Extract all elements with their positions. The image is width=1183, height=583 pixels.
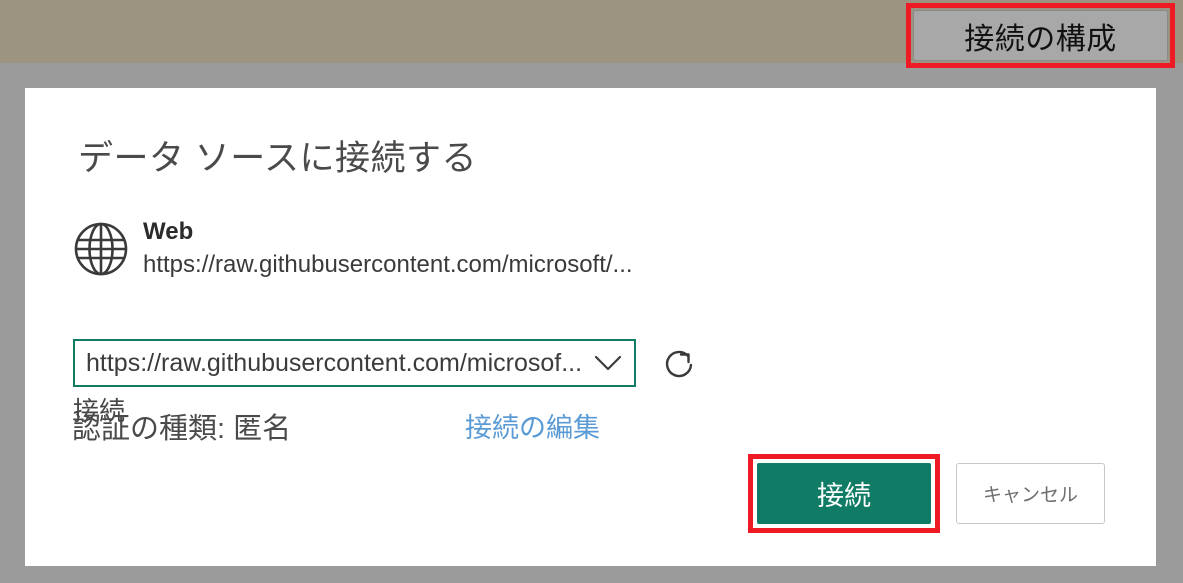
data-source-summary: Web https://raw.githubusercontent.com/mi… xyxy=(72,216,772,282)
refresh-icon[interactable] xyxy=(657,341,703,387)
data-source-text: Web https://raw.githubusercontent.com/mi… xyxy=(143,216,633,282)
chevron-down-icon[interactable] xyxy=(582,341,634,385)
cancel-button[interactable]: キャンセル xyxy=(956,463,1105,524)
configure-connection-label: 接続の構成 xyxy=(964,22,1117,56)
edit-connection-link[interactable]: 接続の編集 xyxy=(465,406,600,445)
dialog-title: データ ソースに接続する xyxy=(78,139,477,178)
connect-button-label: 接続 xyxy=(817,481,871,511)
connection-selected-value: https://raw.githubusercontent.com/micros… xyxy=(86,348,582,377)
configure-connection-button[interactable]: 接続の構成 xyxy=(913,10,1168,61)
data-source-url: https://raw.githubusercontent.com/micros… xyxy=(143,251,633,278)
data-source-name: Web xyxy=(143,218,194,245)
connection-select[interactable]: https://raw.githubusercontent.com/micros… xyxy=(73,339,636,387)
connect-data-source-dialog: データ ソースに接続する Web https://raw.githubuserc… xyxy=(25,88,1156,566)
globe-icon xyxy=(72,220,130,278)
authentication-type-text: 認証の種類: 匿名 xyxy=(72,413,292,445)
cancel-button-label: キャンセル xyxy=(982,485,1078,506)
connect-button[interactable]: 接続 xyxy=(757,463,931,524)
